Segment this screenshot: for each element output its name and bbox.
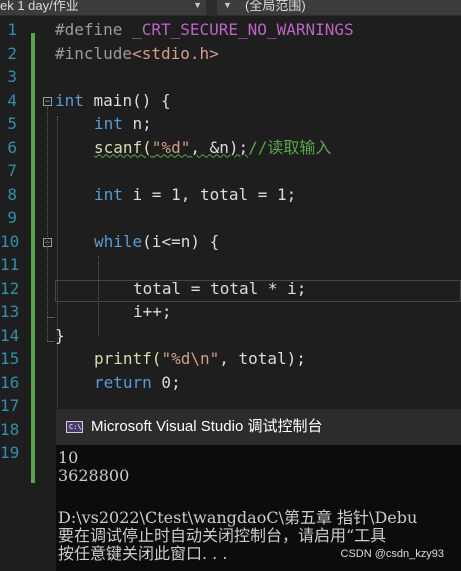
line-number: 16 — [0, 372, 20, 392]
code-line: 4 int main() { — [0, 89, 461, 113]
code-line: 9 — [0, 206, 461, 230]
code-line: 10 while(i<=n) { — [0, 230, 461, 254]
code-text: int n; — [94, 112, 152, 136]
code-line: 5 int n; — [0, 112, 461, 136]
string-token: "%d" — [151, 137, 191, 157]
console-output-line: D:\vs2022\Ctest\wangdaoC\第五章 指针\Debu — [58, 508, 418, 527]
line-number: 9 — [7, 208, 17, 227]
code-token: 0; — [151, 372, 181, 392]
watermark: CSDN @csdn_kzy93 — [337, 547, 447, 561]
console-output-line: 按任意键关闭此窗口. . . — [58, 544, 228, 563]
console-title-bar[interactable]: C:\ Microsoft Visual Studio 调试控制台 — [56, 409, 461, 445]
console-output-line: 3628800 — [58, 466, 130, 485]
string-token: "%d\n" — [161, 349, 220, 368]
function-token: scanf( — [94, 137, 152, 157]
code-line: 13 i++; — [0, 300, 461, 324]
code-line: 2 #include<stdio.h> — [0, 42, 461, 66]
project-dropdown-label: ek 1 day/作业 — [0, 0, 79, 13]
line-number: 5 — [7, 114, 17, 133]
code-text: return 0; — [94, 371, 181, 395]
code-line: 7 — [0, 159, 461, 183]
header-token: <stdio.h> — [132, 43, 219, 63]
code-text: } — [55, 325, 65, 345]
code-token: , total); — [219, 349, 306, 368]
keyword-token: int — [94, 114, 123, 133]
scope-dropdown[interactable]: ▼ (全局范围) — [217, 0, 461, 15]
debug-console-window[interactable]: C:\ Microsoft Visual Studio 调试控制台 10 362… — [56, 409, 461, 571]
scope-dropdown-label: (全局范围) — [245, 0, 306, 13]
code-line: 11 — [0, 253, 461, 277]
code-line: 14 } — [0, 324, 461, 348]
code-text: int main() { — [55, 89, 171, 113]
code-text: scanf("%d", &n);//读取输入 — [94, 136, 331, 160]
code-token: i = 1, total = 1; — [122, 184, 297, 204]
line-number: 11 — [0, 255, 20, 274]
console-icon: C:\ — [66, 421, 83, 433]
code-token: main() { — [83, 90, 171, 110]
keyword-token: int — [55, 90, 84, 110]
code-line: 16 return 0; — [0, 371, 461, 395]
line-number: 10 — [0, 231, 20, 251]
code-text: #include<stdio.h> — [55, 42, 219, 66]
code-text: printf("%d\n", total); — [94, 347, 306, 371]
line-number: 8 — [7, 184, 17, 204]
chevron-down-icon: ▼ — [223, 0, 232, 10]
line-number: 14 — [0, 325, 20, 345]
line-number: 6 — [7, 137, 17, 157]
keyword-token: int — [94, 184, 123, 204]
line-number: 18 — [0, 419, 20, 439]
code-token: n; — [122, 114, 152, 133]
code-line: 8 int i = 1, total = 1; — [0, 183, 461, 207]
project-dropdown[interactable]: ek 1 day/作业 ▼ — [0, 0, 206, 15]
code-token: , &n); — [190, 137, 249, 157]
line-number: 3 — [7, 67, 17, 86]
line-number: 19 — [0, 443, 20, 462]
code-text: int i = 1, total = 1; — [94, 183, 296, 207]
code-line: 15 printf("%d\n", total); — [0, 347, 461, 371]
preprocessor-token: #define — [55, 20, 123, 39]
line-number: 12 — [0, 278, 20, 298]
function-token: printf( — [94, 349, 162, 368]
console-output-line: 10 — [58, 448, 79, 467]
line-number: 17 — [0, 396, 20, 415]
code-line: 1 #define _CRT_SECURE_NO_WARNINGS — [0, 18, 461, 42]
code-text: while(i<=n) { — [94, 230, 219, 254]
code-text: #define _CRT_SECURE_NO_WARNINGS — [55, 18, 354, 42]
code-line: 12 total = total * i; — [0, 277, 461, 301]
line-number: 2 — [7, 43, 17, 63]
line-number: 4 — [7, 90, 17, 110]
line-number: 7 — [7, 161, 17, 180]
warning-squiggle: scanf("%d", &n); — [94, 138, 248, 157]
keyword-token: return — [94, 372, 152, 392]
comment-token: //读取输入 — [248, 137, 332, 157]
line-number: 1 — [7, 20, 17, 39]
macro-token: _CRT_SECURE_NO_WARNINGS — [132, 20, 354, 39]
preprocessor-token: #include — [55, 43, 133, 63]
code-text: i++; — [133, 302, 172, 321]
console-output-line: 要在调试停止时自动关闭控制台，请启用“工具 — [58, 526, 387, 545]
code-line: 6 scanf("%d", &n);//读取输入 — [0, 136, 461, 160]
line-number: 15 — [0, 349, 20, 368]
line-number: 13 — [0, 302, 20, 321]
console-title: Microsoft Visual Studio 调试控制台 — [91, 418, 323, 435]
keyword-token: while — [94, 231, 143, 251]
chevron-down-icon: ▼ — [193, 0, 202, 10]
editor-tab-bar: ek 1 day/作业 ▼ ▼ (全局范围) — [0, 0, 461, 16]
code-token: (i<=n) { — [142, 231, 220, 251]
console-icon-text: C:\ — [69, 423, 82, 431]
code-text: total = total * i; — [133, 278, 307, 298]
code-line: 3 — [0, 65, 461, 89]
